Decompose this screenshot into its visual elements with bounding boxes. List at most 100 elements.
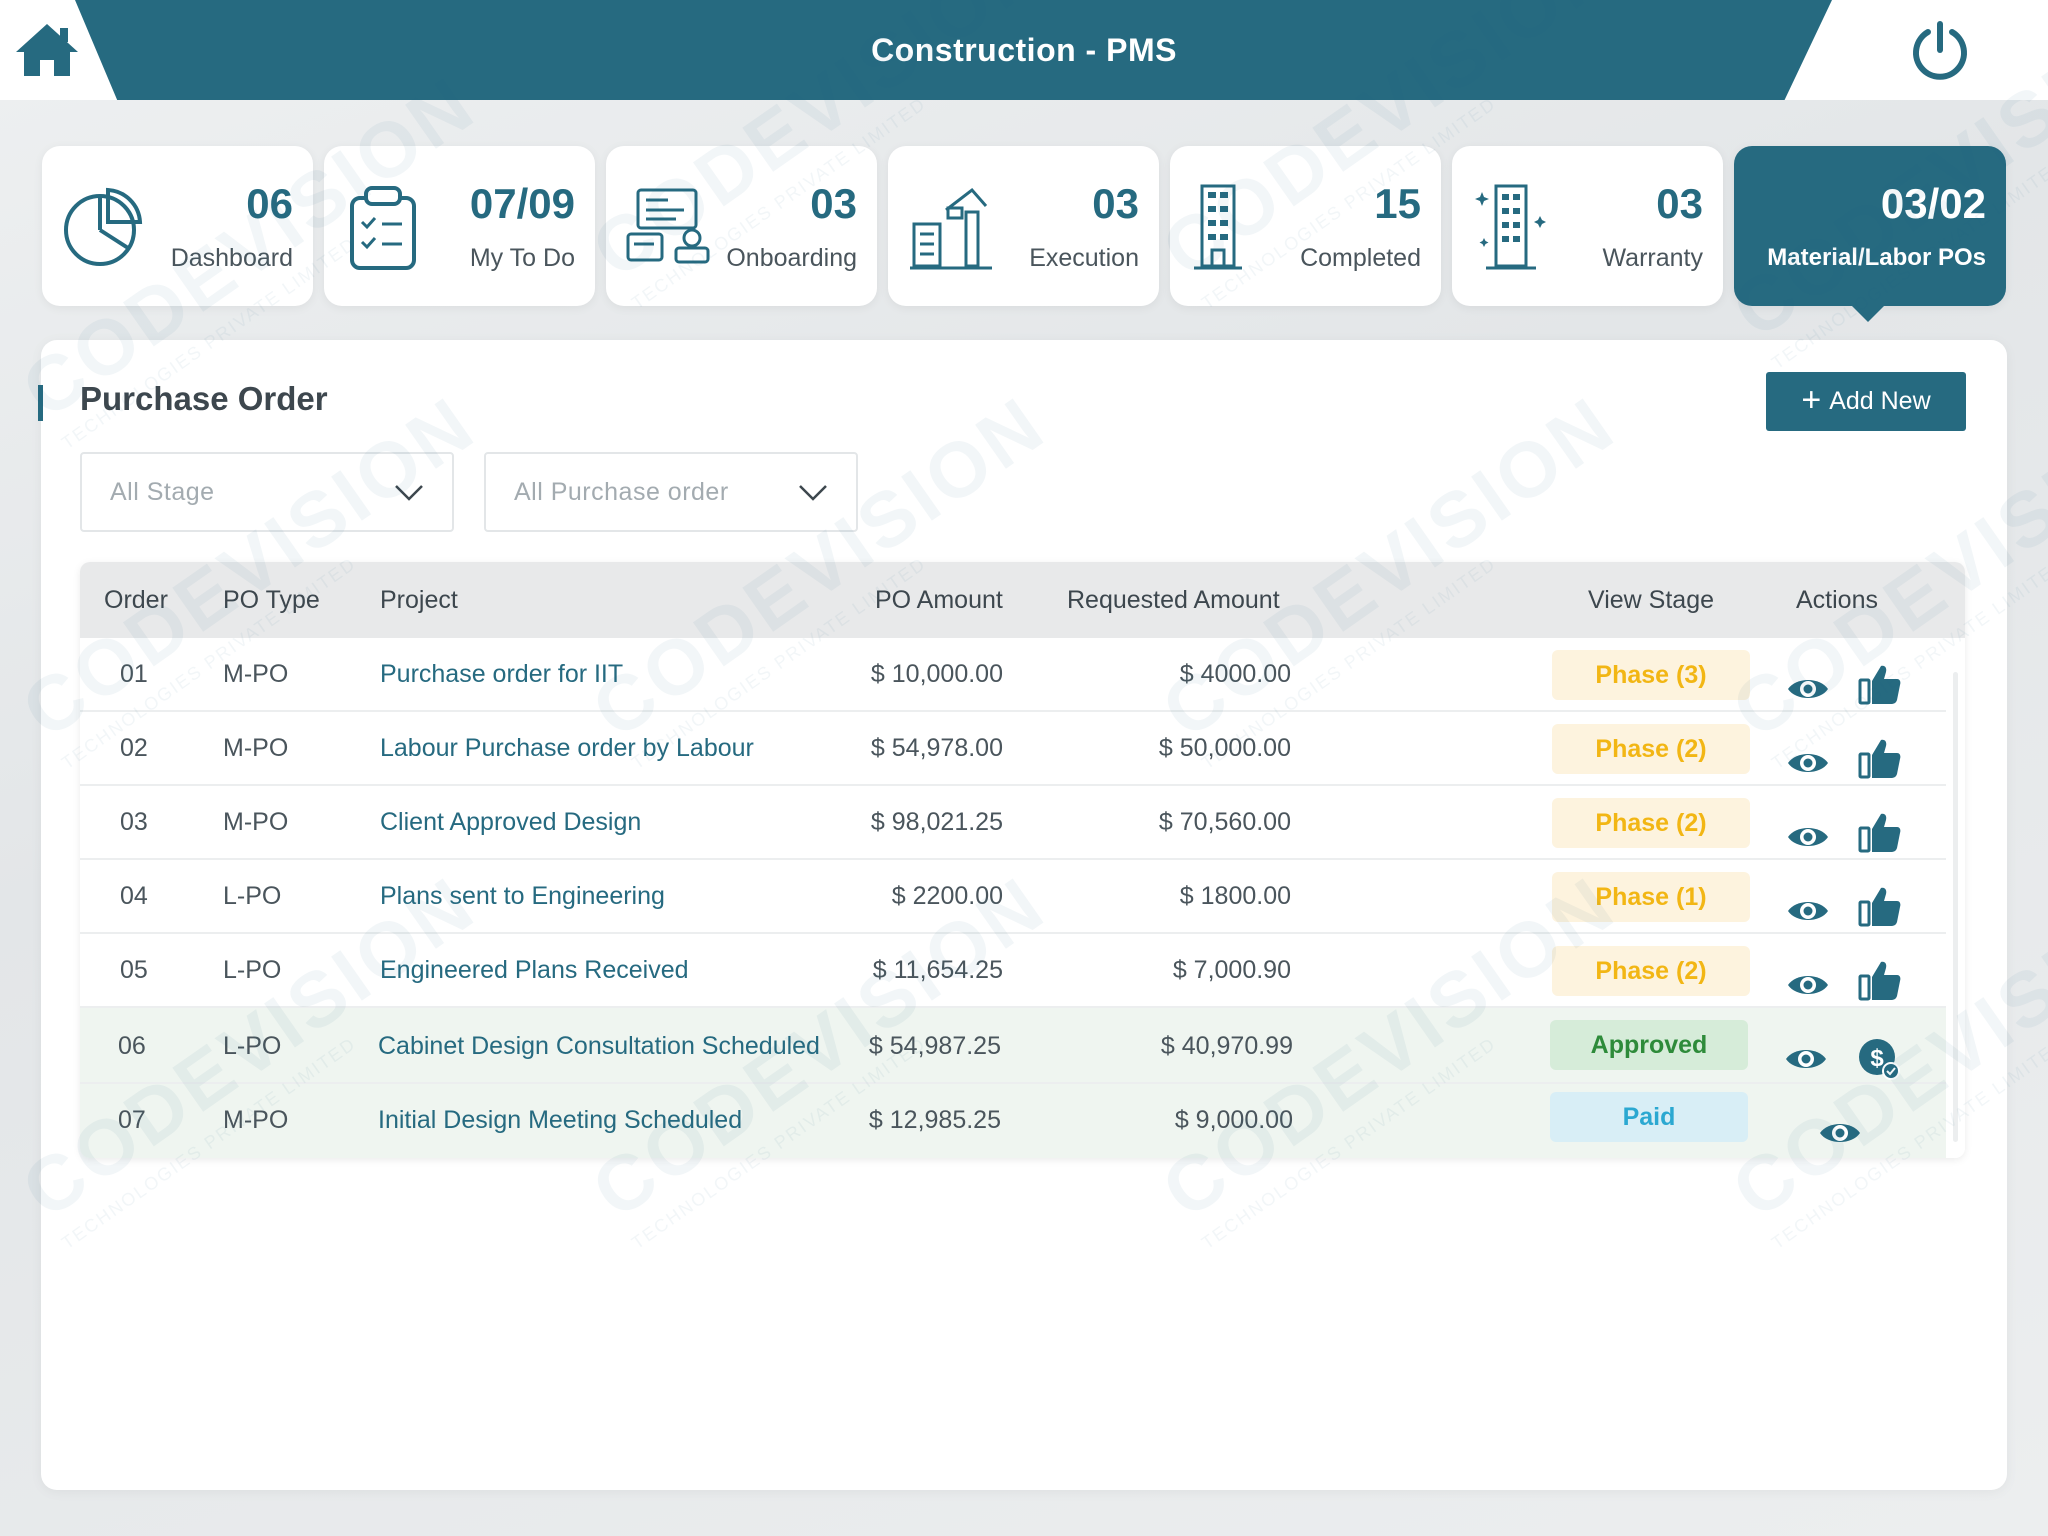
pay-dollar-icon[interactable]: $ xyxy=(1857,1037,1901,1086)
project-link[interactable]: Plans sent to Engineering xyxy=(380,882,665,911)
card-count: 03/02 xyxy=(1880,180,1986,227)
power-icon[interactable] xyxy=(1908,18,1972,82)
stage-badge[interactable]: Phase (2) xyxy=(1552,724,1750,774)
checklist-icon xyxy=(342,182,432,272)
add-new-label: Add New xyxy=(1829,387,1931,415)
requested-amount-cell: $ 7,000.90 xyxy=(1172,956,1291,984)
table-row: 06 L-PO Cabinet Design Consultation Sche… xyxy=(80,1008,1946,1084)
order-cell: 04 xyxy=(120,882,148,910)
po-amount-cell: $ 54,987.25 xyxy=(868,1032,1001,1060)
onboarding-icon xyxy=(624,182,714,272)
po-type-cell: L-PO xyxy=(223,1032,282,1060)
po-type-cell: M-PO xyxy=(223,1106,289,1134)
order-cell: 03 xyxy=(120,808,148,836)
po-amount-cell: $ 11,654.25 xyxy=(872,956,1003,984)
purchase-order-filter-select[interactable]: All Purchase order xyxy=(484,452,858,532)
purchase-order-table: Order PO Type Project PO Amount Requeste… xyxy=(80,562,1965,1158)
home-icon[interactable] xyxy=(14,20,80,80)
card-count: 03 xyxy=(1092,180,1139,227)
order-cell: 05 xyxy=(120,956,148,984)
po-type-cell: L-PO xyxy=(223,956,282,984)
column-header: PO Amount xyxy=(875,586,1003,614)
app-title: Construction - PMS xyxy=(871,32,1177,68)
card-label: My To Do xyxy=(469,244,575,272)
po-type-cell: M-PO xyxy=(223,660,289,688)
table-body: 01 M-PO Purchase order for IIT $ 10,000.… xyxy=(80,638,1946,1158)
scroll-thumb[interactable] xyxy=(1953,672,1958,1142)
order-cell: 07 xyxy=(118,1106,146,1134)
table-row: 03 M-PO Client Approved Design $ 98,021.… xyxy=(80,786,1946,860)
po-type-cell: L-PO xyxy=(223,882,282,910)
building-icon xyxy=(1188,182,1278,272)
card-dashboard[interactable]: 06 Dashboard xyxy=(42,146,313,306)
requested-amount-cell: $ 50,000.00 xyxy=(1158,734,1291,762)
requested-amount-cell: $ 4000.00 xyxy=(1179,660,1291,688)
approve-thumbs-up-icon[interactable] xyxy=(1857,737,1901,784)
requested-amount-cell: $ 1800.00 xyxy=(1179,882,1291,910)
stat-cards: 06 Dashboard 07/09 My To Do 03 Onboardin… xyxy=(42,146,2007,306)
view-eye-icon[interactable] xyxy=(1786,896,1830,931)
view-eye-icon[interactable] xyxy=(1786,674,1830,709)
app-header: Construction - PMS xyxy=(0,0,2048,100)
card-count: 07/09 xyxy=(469,180,575,227)
chevron-down-icon xyxy=(395,485,423,501)
project-link[interactable]: Client Approved Design xyxy=(380,808,641,837)
view-eye-icon[interactable] xyxy=(1786,748,1830,783)
table-row: 04 L-PO Plans sent to Engineering $ 2200… xyxy=(80,860,1946,934)
approve-thumbs-up-icon[interactable] xyxy=(1857,663,1901,710)
stage-badge[interactable]: Phase (1) xyxy=(1552,872,1750,922)
card-onboarding[interactable]: 03 Onboarding xyxy=(606,146,877,306)
project-link[interactable]: Labour Purchase order by Labour xyxy=(380,734,754,763)
po-amount-cell: $ 98,021.25 xyxy=(870,808,1003,836)
view-eye-icon[interactable] xyxy=(1818,1118,1862,1153)
order-cell: 01 xyxy=(120,660,148,688)
po-filter-value: All Purchase order xyxy=(514,478,729,506)
column-header: Actions xyxy=(1796,586,1878,614)
stage-filter-value: All Stage xyxy=(110,478,215,506)
column-header: Requested Amount xyxy=(1067,586,1280,614)
card-my-to-do[interactable]: 07/09 My To Do xyxy=(324,146,595,306)
table-row: 05 L-PO Engineered Plans Received $ 11,6… xyxy=(80,934,1946,1008)
project-link[interactable]: Purchase order for IIT xyxy=(380,660,623,689)
column-header: PO Type xyxy=(223,586,320,614)
stage-badge[interactable]: Phase (2) xyxy=(1552,798,1750,848)
table-header: Order PO Type Project PO Amount Requeste… xyxy=(80,562,1965,638)
card-warranty[interactable]: 03 Warranty xyxy=(1452,146,1723,306)
approve-thumbs-up-icon[interactable] xyxy=(1857,959,1901,1006)
approve-thumbs-up-icon[interactable] xyxy=(1857,811,1901,858)
column-header: Project xyxy=(380,586,458,614)
purchase-order-panel: Purchase Order + Add New All Stage All P… xyxy=(38,340,2007,1490)
po-amount-cell: $ 54,978.00 xyxy=(870,734,1003,762)
pie-chart-icon xyxy=(60,182,150,272)
title-accent-bar xyxy=(38,385,43,421)
view-eye-icon[interactable] xyxy=(1786,970,1830,1005)
card-label: Material/Labor POs xyxy=(1767,244,1986,271)
requested-amount-cell: $ 40,970.99 xyxy=(1160,1032,1293,1060)
stage-filter-select[interactable]: All Stage xyxy=(80,452,454,532)
stage-badge[interactable]: Paid xyxy=(1550,1092,1748,1142)
table-row: 07 M-PO Initial Design Meeting Scheduled… xyxy=(80,1084,1946,1158)
card-count: 15 xyxy=(1374,180,1421,227)
card-material-labor-pos[interactable]: 03/02 Material/Labor POs xyxy=(1734,146,2006,306)
project-link[interactable]: Initial Design Meeting Scheduled xyxy=(378,1106,742,1135)
view-eye-icon[interactable] xyxy=(1784,1044,1828,1079)
approve-thumbs-up-icon[interactable] xyxy=(1857,885,1901,932)
card-execution[interactable]: 03 Execution xyxy=(888,146,1159,306)
chevron-down-icon xyxy=(799,485,827,501)
table-scrollbar[interactable] xyxy=(1946,638,1965,1158)
column-header: Order xyxy=(104,586,168,614)
project-link[interactable]: Engineered Plans Received xyxy=(380,956,689,985)
card-label: Execution xyxy=(1029,244,1139,272)
add-new-button[interactable]: + Add New xyxy=(1766,372,1966,431)
stage-badge[interactable]: Phase (3) xyxy=(1552,650,1750,700)
card-completed[interactable]: 15 Completed xyxy=(1170,146,1441,306)
crane-building-icon xyxy=(906,182,996,272)
card-count: 03 xyxy=(810,180,857,227)
view-eye-icon[interactable] xyxy=(1786,822,1830,857)
stage-badge[interactable]: Phase (2) xyxy=(1552,946,1750,996)
order-cell: 02 xyxy=(120,734,148,762)
project-link[interactable]: Cabinet Design Consultation Scheduled xyxy=(378,1032,820,1061)
card-count: 03 xyxy=(1656,180,1703,227)
stage-badge[interactable]: Approved xyxy=(1550,1020,1748,1070)
card-label: Completed xyxy=(1300,244,1421,272)
